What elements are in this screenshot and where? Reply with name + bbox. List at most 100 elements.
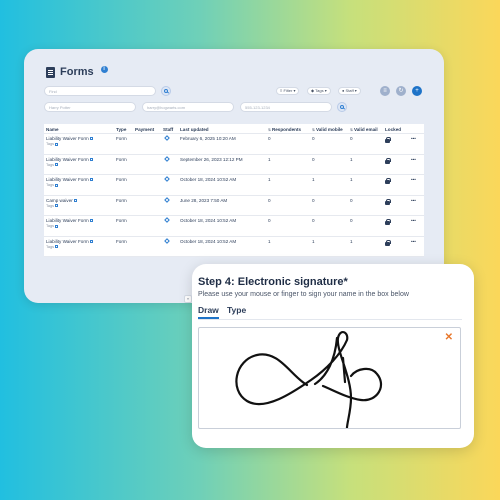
row-actions-menu[interactable]: ••• [409,155,424,175]
tags-link[interactable]: Tags [46,224,112,228]
name-field[interactable]: Harry Potter [44,102,136,112]
more-icon: ••• [411,156,416,162]
lock-icon[interactable] [385,157,391,164]
filter-dropdown[interactable]: ≡ Filter ▾ [276,87,300,95]
phone-field[interactable]: 555-123-1234 [240,102,332,112]
tags-dropdown[interactable]: ◆ Tags ▾ [307,87,331,95]
tags-link[interactable]: Tags [46,163,112,167]
signature-pad[interactable]: ✕ [198,327,461,432]
table-row[interactable]: Liability Waiver Form Tags Form October … [44,216,424,237]
staff-cell[interactable] [161,216,178,236]
row-actions-menu[interactable]: ••• [409,216,424,236]
valid-email-cell: 1 [350,238,353,244]
edit-staff-icon[interactable] [164,196,170,203]
locked-cell[interactable] [383,196,409,216]
staff-cell[interactable] [161,237,178,257]
refresh-button[interactable]: ↻ [396,86,406,96]
edit-tags-icon [55,142,59,146]
tags-link[interactable]: Tags [46,142,112,146]
form-name-cell[interactable]: Liability Waiver Form Tags [44,175,114,195]
email-field[interactable]: harry@hogwarts.com [142,102,234,112]
locked-cell[interactable] [383,216,409,236]
edit-staff-icon[interactable] [164,176,170,182]
staff-cell[interactable] [161,175,178,195]
lock-icon[interactable] [385,239,391,246]
column-header[interactable]: Staff [161,125,178,132]
table-row[interactable]: Liability Waiver Form Tags Form October … [44,175,424,196]
lock-icon[interactable] [385,198,391,205]
form-name-link[interactable]: Liability Waiver Form [46,218,89,223]
staff-cell[interactable] [161,134,178,154]
row-actions-menu[interactable]: ••• [409,196,424,216]
list-view-button[interactable]: ≡ [380,86,390,96]
tab-type[interactable]: Type [227,305,246,317]
form-name-cell[interactable]: Liability Waiver Form Tags [44,216,114,236]
search-input[interactable]: Find [44,86,156,96]
locked-cell[interactable] [383,155,409,175]
form-name-cell[interactable]: Liability Waiver Form Tags [44,134,114,154]
table-row[interactable]: Liability Waiver Form Tags Form February… [44,134,424,155]
edit-staff-icon[interactable] [164,155,170,162]
edit-staff-icon[interactable] [164,217,170,223]
signature-instructions: Please use your mouse or finger to sign … [198,291,409,298]
form-name-cell[interactable]: Camp waiver Tags [44,196,114,216]
staff-dropdown[interactable]: ● Staff ▾ [338,87,361,95]
lock-icon[interactable] [385,219,391,225]
row-actions-menu[interactable]: ••• [409,237,424,257]
forms-table: Name Type Payment Staff Last updated ⇅Re… [44,124,424,257]
search-button[interactable] [161,86,171,96]
external-link-icon[interactable] [89,178,93,182]
lock-icon[interactable] [385,137,391,143]
form-name-link[interactable]: Liability Waiver Form [46,157,89,162]
column-header[interactable]: Name [44,125,114,132]
staff-cell[interactable] [161,196,178,216]
valid-mobile-cell: 1 [312,238,315,244]
add-form-button[interactable]: + [412,86,422,96]
external-link-icon[interactable] [89,137,93,141]
form-name-link[interactable]: Camp waiver [46,198,73,203]
tags-link[interactable]: Tags [46,183,112,187]
first-page-button[interactable]: « [184,295,192,303]
prefill-search-button[interactable] [337,102,347,112]
signature-drawing [235,331,383,432]
search-icon [164,89,168,93]
column-header[interactable]: Payment [133,125,161,132]
table-row[interactable]: Liability Waiver Form Tags Form Septembe… [44,155,424,175]
form-name-link[interactable]: Liability Waiver Form [46,177,89,182]
locked-cell[interactable] [383,134,409,154]
edit-staff-icon[interactable] [164,135,170,141]
column-header-valid-mobile[interactable]: ⇅Valid mobile [310,125,348,132]
tags-link[interactable]: Tags [46,245,112,249]
valid-mobile-cell: 0 [312,156,315,162]
column-header-respondents[interactable]: ⇅Respondents [266,125,310,132]
external-link-icon[interactable] [89,219,93,223]
table-row[interactable]: Liability Waiver Form Tags Form October … [44,237,424,257]
column-header-last-updated[interactable]: Last updated [178,125,266,132]
forms-header: Forms i [46,66,108,78]
column-label: Respondents [271,127,302,132]
row-actions-menu[interactable]: ••• [409,134,424,154]
form-name-link[interactable]: Liability Waiver Form [46,239,89,244]
staff-cell[interactable] [161,155,178,175]
type-cell: Form [116,156,127,162]
external-link-icon[interactable] [73,198,77,202]
column-header[interactable]: Locked [383,125,409,132]
table-row[interactable]: Camp waiver Tags Form June 28, 2023 7:50… [44,196,424,216]
external-link-icon[interactable] [89,157,93,161]
info-icon[interactable]: i [100,66,108,73]
row-actions-menu[interactable]: ••• [409,175,424,195]
column-header-valid-email[interactable]: ⇅Valid email [348,125,383,132]
form-name-cell[interactable]: Liability Waiver Form Tags [44,237,114,257]
edit-staff-icon[interactable] [164,237,170,244]
clear-signature-icon[interactable]: ✕ [445,333,453,343]
form-name-cell[interactable]: Liability Waiver Form Tags [44,155,114,175]
tags-label: Tags [46,224,55,228]
tags-link[interactable]: Tags [46,204,112,208]
tab-draw[interactable]: Draw [198,305,219,319]
lock-icon[interactable] [385,178,391,184]
locked-cell[interactable] [383,175,409,195]
column-header[interactable]: Type [114,125,133,132]
form-name-link[interactable]: Liability Waiver Form [46,136,89,141]
locked-cell[interactable] [383,237,409,257]
external-link-icon[interactable] [89,239,93,243]
